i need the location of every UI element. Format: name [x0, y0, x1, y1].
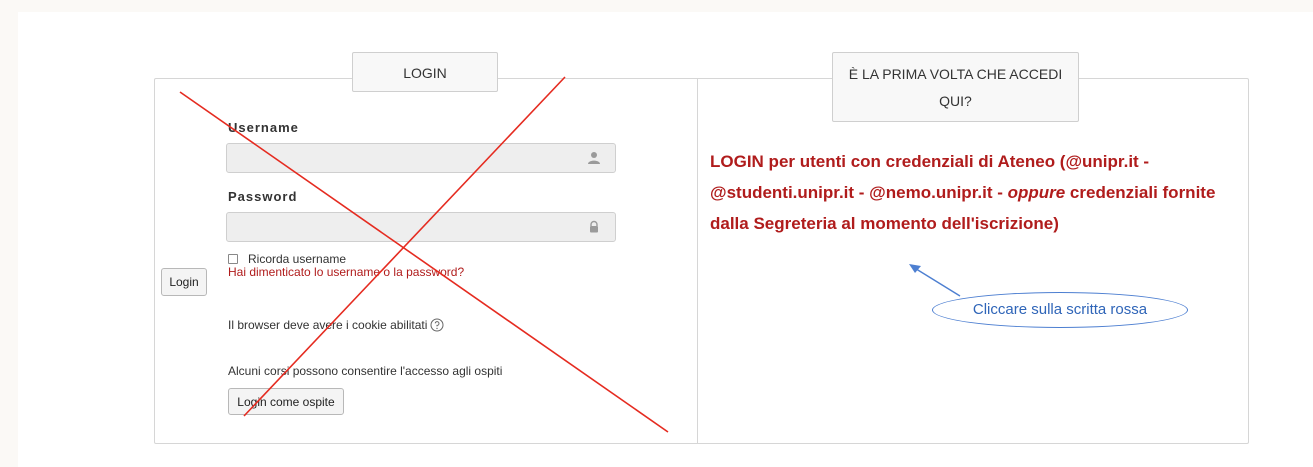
- cookie-note: Il browser deve avere i cookie abilitati: [228, 318, 444, 332]
- username-field-wrapper: [226, 143, 616, 173]
- ateneo-login-link[interactable]: LOGIN per utenti con credenziali di Aten…: [710, 146, 1240, 239]
- forgot-password-link[interactable]: Hai dimenticato lo username o la passwor…: [228, 265, 464, 279]
- login-button[interactable]: Login: [161, 268, 207, 296]
- remember-label: Ricorda username: [248, 252, 347, 266]
- remember-checkbox[interactable]: [228, 254, 238, 264]
- callout-text: Cliccare sulla scritta rossa: [972, 301, 1148, 318]
- password-label: Password: [228, 189, 298, 204]
- remember-username[interactable]: Ricorda username: [228, 252, 346, 266]
- callout-bubble: Cliccare sulla scritta rossa: [932, 292, 1188, 328]
- tab-login-label: LOGIN: [403, 65, 447, 81]
- ateneo-text-oppure: oppure: [1007, 183, 1066, 202]
- password-field-wrapper: [226, 212, 616, 242]
- help-circle-icon[interactable]: [430, 318, 444, 332]
- cookie-note-text: Il browser deve avere i cookie abilitati: [228, 318, 428, 332]
- panel-divider: [697, 78, 698, 444]
- tab-first-time-line1: È LA PRIMA VOLTA CHE ACCEDI: [848, 66, 1063, 82]
- password-input[interactable]: [227, 213, 615, 241]
- username-label: Username: [228, 120, 299, 135]
- tab-login[interactable]: LOGIN: [352, 52, 498, 92]
- tab-first-time[interactable]: È LA PRIMA VOLTA CHE ACCEDI QUI?: [832, 52, 1079, 122]
- lock-icon: [590, 220, 598, 233]
- guest-login-button[interactable]: Login come ospite: [228, 388, 344, 415]
- guest-access-note: Alcuni corsi possono consentire l'access…: [228, 364, 503, 378]
- username-input[interactable]: [227, 144, 615, 172]
- tab-first-time-line2: QUI?: [939, 93, 972, 109]
- user-icon: [588, 152, 600, 164]
